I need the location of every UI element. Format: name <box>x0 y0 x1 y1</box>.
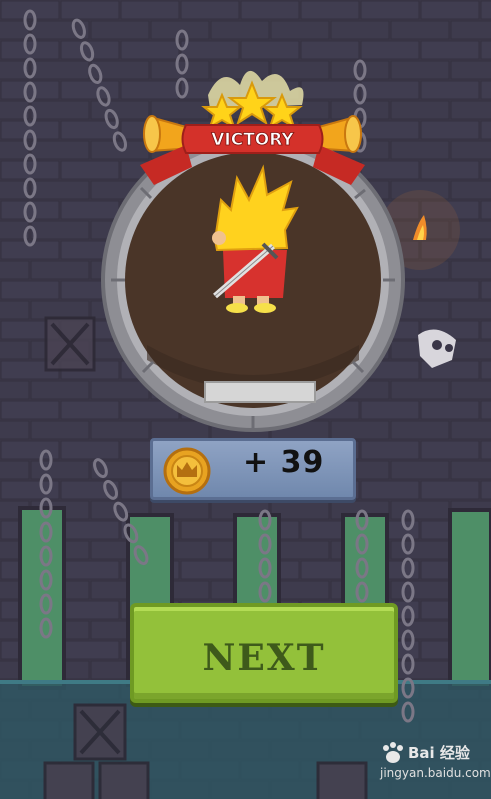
baidu-watermark: Bai 经验 jingyan.baidu.com <box>380 742 491 792</box>
watermark-url: jingyan.baidu.com <box>380 766 491 780</box>
watermark-brand: Bai 经验 <box>408 744 470 762</box>
victory-banner: VICTORY <box>140 70 365 185</box>
paw-logo-icon <box>383 742 403 763</box>
coin-crown-icon <box>163 447 211 495</box>
next-button[interactable]: NEXT <box>130 603 398 703</box>
next-button-label: NEXT <box>202 637 326 679</box>
victory-title: VICTORY <box>211 130 294 150</box>
game-stage: VICTORY + 39 NEXT Bai 经验 jingyan.baidu.c… <box>0 0 491 799</box>
reward-badge: + 39 <box>150 438 356 500</box>
reward-amount: + 39 <box>243 445 325 480</box>
